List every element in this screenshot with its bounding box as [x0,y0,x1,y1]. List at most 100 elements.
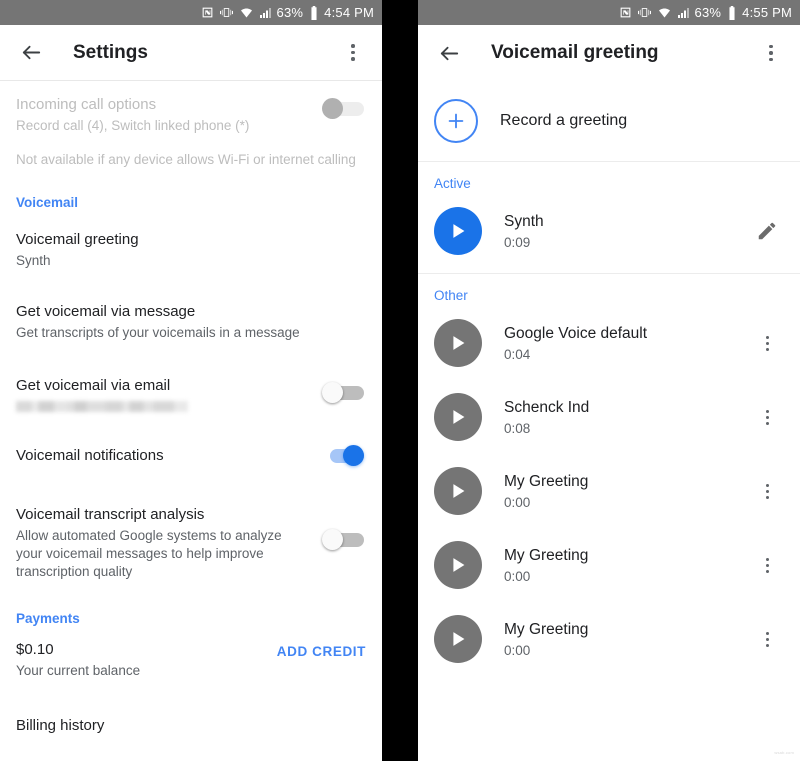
overflow-dot [765,335,769,339]
record-a-greeting-label: Record a greeting [500,112,628,129]
record-a-greeting-button[interactable]: Record a greeting [418,81,800,161]
settings-list[interactable]: Incoming call options Record call (4), S… [0,81,382,761]
toggle-voicemail-notifications[interactable] [314,443,366,469]
left-phone-screen: 63% 4:54 PM Settings Incoming call optio… [0,0,382,761]
edit-pencil-icon[interactable] [750,220,784,242]
row-subtitle: Get transcripts of your voicemails in a … [16,325,300,340]
greeting-name: Schenck Ind [504,398,590,416]
greeting-row-other[interactable]: Google Voice default 0:04 [418,307,800,379]
dual-screenshot-container: 63% 4:54 PM Settings Incoming call optio… [0,0,800,761]
vibrate-icon [637,8,651,17]
row-subtitle: Synth [16,253,51,268]
signal-icon [677,7,689,18]
back-arrow-icon[interactable] [14,36,48,70]
greeting-row-other[interactable]: My Greeting 0:00 [418,453,800,527]
greeting-row-other[interactable]: My Greeting 0:00 [418,601,800,675]
overflow-dot [765,569,769,573]
overflow-dot [351,50,355,55]
greeting-texts: My Greeting 0:00 [504,471,750,512]
greeting-row-other[interactable]: My Greeting 0:00 [418,527,800,601]
signal-icon [259,7,271,18]
overflow-dot [765,495,769,499]
battery-icon [729,5,735,20]
row-title: Billing history [16,717,105,734]
greeting-duration: 0:04 [504,346,531,362]
greeting-name: My Greeting [504,620,589,638]
row-title: Voicemail greeting [16,231,139,248]
setting-row-voicemail-notifications[interactable]: Voicemail notifications [0,424,382,481]
overflow-menu-icon[interactable] [750,557,784,573]
setting-row-auto-recharge[interactable]: Auto-recharge [0,748,382,761]
balance-amount: $0.10 [16,641,54,658]
overflow-menu-icon[interactable] [338,34,368,72]
play-icon[interactable] [434,393,482,441]
row-texts: Incoming call options Record call (4), S… [16,95,314,135]
greeting-duration: 0:00 [504,494,531,510]
toggle-knob [322,529,343,550]
overflow-menu-icon[interactable] [750,483,784,499]
incoming-call-note: Not available if any device allows Wi-Fi… [16,152,356,167]
play-icon[interactable] [434,541,482,589]
greeting-texts: My Greeting 0:00 [504,619,750,660]
battery-icon [311,5,317,20]
section-header-active: Active [434,176,471,191]
section-header-voicemail: Voicemail [16,195,79,210]
overflow-menu-icon[interactable] [750,631,784,647]
row-title: Get voicemail via email [16,377,171,394]
app-bar-right: Voicemail greeting [418,25,800,81]
app-bar-left: Settings [0,25,382,81]
greeting-list[interactable]: Record a greeting Active Synth 0:09 Othe… [418,81,800,761]
nfc-icon [202,7,212,18]
clock-left: 4:54 PM [324,5,374,20]
greeting-row-other[interactable]: Schenck Ind 0:08 [418,379,800,453]
vibrate-icon [219,8,233,17]
overflow-dot [769,57,773,62]
play-icon[interactable] [434,207,482,255]
greeting-texts: Google Voice default 0:04 [504,323,750,364]
section-header-payments: Payments [16,611,80,626]
overflow-dot [765,347,769,351]
overflow-dot [769,44,773,49]
balance-label: Your current balance [16,663,141,678]
toggle-incoming-call-options[interactable] [314,96,366,122]
setting-row-balance[interactable]: $0.10 Your current balance ADD CREDIT [0,632,382,692]
setting-row-voicemail-via-message[interactable]: Get voicemail via message Get transcript… [0,282,382,354]
overflow-dot [765,557,769,561]
setting-row-incoming-call-options[interactable]: Incoming call options Record call (4), S… [0,81,382,147]
clock-right: 4:55 PM [742,5,792,20]
page-title: Settings [73,41,148,63]
status-bar-icons-right: 63% 4:55 PM [619,5,792,20]
setting-row-voicemail-via-email[interactable]: Get voicemail via email [0,354,382,424]
overflow-dot [765,631,769,635]
section-header-other: Other [434,288,468,303]
row-title: Voicemail transcript analysis [16,506,205,523]
overflow-dot [765,489,769,493]
greeting-texts: Schenck Ind 0:08 [504,397,750,438]
row-title: Get voicemail via message [16,303,196,320]
back-arrow-icon[interactable] [432,36,466,70]
overflow-menu-icon[interactable] [750,335,784,351]
overflow-menu-icon[interactable] [756,34,786,72]
overflow-dot [765,341,769,345]
greeting-row-active[interactable]: Synth 0:09 [418,195,800,267]
nfc-icon [620,7,630,18]
overflow-dot [351,44,355,48]
add-credit-button[interactable]: ADD CREDIT [277,640,366,659]
toggle-voicemail-via-email[interactable] [314,380,366,406]
toggle-voicemail-transcript-analysis[interactable] [314,527,366,553]
setting-row-voicemail-greeting[interactable]: Voicemail greeting Synth [0,216,382,282]
greeting-duration: 0:08 [504,420,531,436]
overflow-menu-icon[interactable] [750,409,784,425]
page-title: Voicemail greeting [491,42,659,63]
row-subtitle: Record call (4), Switch linked phone (*) [16,118,250,133]
overflow-dot [765,421,769,425]
setting-row-voicemail-transcript-analysis[interactable]: Voicemail transcript analysis Allow auto… [0,481,382,593]
right-phone-screen: 63% 4:55 PM Voicemail greeting Record a [418,0,800,761]
play-icon[interactable] [434,319,482,367]
row-texts: Voicemail transcript analysis Allow auto… [16,505,314,581]
setting-row-billing-history[interactable]: Billing history [0,692,382,748]
play-icon[interactable] [434,615,482,663]
row-title: Incoming call options [16,96,157,113]
play-icon[interactable] [434,467,482,515]
status-bar-left: 63% 4:54 PM [0,0,382,25]
